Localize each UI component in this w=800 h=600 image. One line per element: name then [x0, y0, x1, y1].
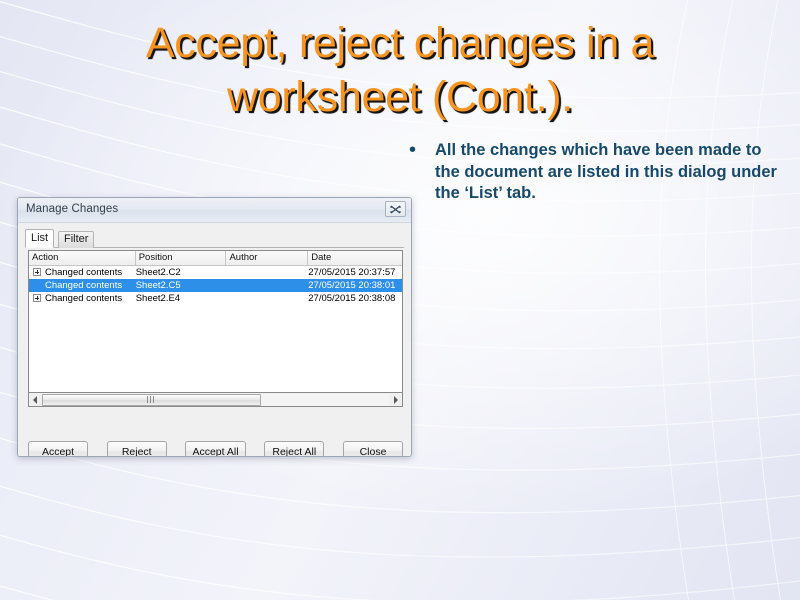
expand-icon[interactable] [29, 292, 45, 305]
bullet-marker: • [409, 139, 417, 161]
reject-all-button[interactable]: Reject All [264, 441, 325, 457]
cell-date: 27/05/2015 20:37:57 [308, 267, 396, 278]
close-button-label: Close [359, 445, 387, 457]
dialog-button-bar: Accept Reject Accept All Reject All Clos… [28, 441, 403, 457]
changes-list[interactable]: Action Position Author Date Changed cont… [28, 250, 403, 393]
scrollbar-track[interactable] [42, 393, 389, 406]
manage-changes-dialog: Manage Changes List Filter Action Positi… [17, 197, 412, 457]
accept-all-button[interactable]: Accept All [185, 441, 246, 457]
expand-icon[interactable] [29, 266, 45, 279]
cell-action: Changed contents [44, 280, 123, 291]
slide-canvas: Accept, reject changes in a worksheet (C… [0, 0, 800, 600]
accept-button-label: Accept [41, 445, 75, 457]
column-header-position[interactable]: Position [136, 251, 227, 265]
table-row[interactable]: Changed contents Sheet2.C5 27/05/2015 20… [29, 279, 402, 292]
bullet-item: • All the changes which have been made t… [405, 140, 785, 205]
grip-icon [147, 396, 154, 403]
tab-list[interactable]: List [25, 229, 55, 248]
bullet-text: All the changes which have been made to … [435, 141, 777, 202]
column-header-date[interactable]: Date [308, 251, 402, 265]
close-button[interactable]: Close [343, 441, 403, 457]
dialog-title: Manage Changes [26, 203, 119, 215]
horizontal-scrollbar[interactable] [28, 393, 403, 407]
cell-position: Sheet2.E4 [135, 293, 181, 304]
dialog-titlebar[interactable]: Manage Changes [18, 198, 411, 223]
cell-action: Changed contents [44, 267, 123, 278]
list-header-row: Action Position Author Date [29, 251, 402, 266]
column-header-author[interactable]: Author [226, 251, 309, 265]
dialog-body: List Filter Action Position Author Date … [18, 223, 411, 457]
reject-all-button-label: Reject All [272, 445, 317, 457]
cell-date: 27/05/2015 20:38:08 [308, 293, 396, 304]
cell-action: Changed contents [44, 293, 123, 304]
arrow-right-icon[interactable] [389, 393, 402, 406]
dialog-tabstrip: List Filter [25, 229, 404, 248]
cell-position: Sheet2.C5 [135, 280, 181, 291]
cell-position: Sheet2.C2 [135, 267, 181, 278]
slide-title: Accept, reject changes in a worksheet (C… [145, 19, 655, 121]
table-row[interactable]: Changed contents Sheet2.C2 27/05/2015 20… [29, 266, 402, 279]
tab-filter[interactable]: Filter [58, 231, 95, 248]
reject-button[interactable]: Reject [106, 441, 167, 457]
accept-all-button-label: Accept All [192, 445, 239, 457]
column-header-action[interactable]: Action [29, 251, 136, 265]
accept-button[interactable]: Accept [28, 441, 88, 457]
table-row[interactable]: Changed contents Sheet2.E4 27/05/2015 20… [29, 292, 402, 305]
close-icon[interactable] [385, 201, 406, 217]
slide-body: • All the changes which have been made t… [405, 140, 785, 205]
close-x-glyph [390, 204, 401, 214]
cell-date: 27/05/2015 20:38:01 [308, 280, 396, 291]
reject-button-label: Reject [121, 445, 152, 457]
arrow-left-icon[interactable] [29, 393, 42, 406]
scrollbar-thumb[interactable] [42, 393, 261, 406]
